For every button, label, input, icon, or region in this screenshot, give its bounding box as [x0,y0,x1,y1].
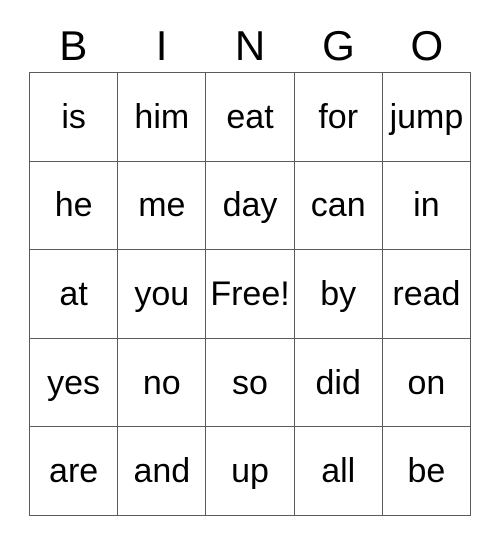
bingo-cell[interactable]: at [30,250,119,339]
bingo-header-letter-g: G [322,22,355,69]
bingo-cell-text: he [54,186,93,225]
bingo-cell[interactable]: did [294,338,383,428]
bingo-row: at you Free! by read [30,250,472,339]
bingo-cell-text: for [318,97,359,136]
bingo-cell-text: him [134,97,190,136]
bingo-cell[interactable]: eat [206,73,295,162]
bingo-card: B I N G O is him eat for jump he me day … [29,20,472,516]
bingo-cell[interactable]: in [382,161,472,251]
bingo-row: is him eat for jump [30,73,472,162]
bingo-cell-text: can [310,186,366,225]
bingo-cell[interactable]: he [30,161,119,251]
bingo-cell-text: and [133,452,191,491]
bingo-cell[interactable]: and [118,427,207,516]
bingo-cell[interactable]: for [294,73,383,162]
bingo-cell-text: in [413,186,440,225]
bingo-cell-text: eat [226,97,274,136]
bingo-header-letter-n: N [234,22,266,69]
bingo-cell[interactable]: all [294,427,383,516]
bingo-cell[interactable]: on [382,338,472,428]
bingo-cell-text: yes [47,363,101,402]
bingo-cell[interactable]: you [118,250,207,339]
bingo-row: yes no so did on [30,338,472,428]
bingo-cell[interactable]: are [30,427,119,516]
bingo-cell-text: all [321,452,356,491]
bingo-header-letter-o: O [410,22,444,69]
bingo-grid: is him eat for jump he me day can in at … [29,72,472,516]
bingo-cell-text: are [49,452,99,491]
bingo-cell-text: no [142,363,181,402]
bingo-cell[interactable]: no [118,338,207,428]
bingo-cell-text: day [222,186,278,225]
bingo-cell-text: at [59,274,88,313]
bingo-cell-text: Free! [210,274,290,313]
bingo-cell-text: up [231,452,269,491]
bingo-cell[interactable]: is [30,73,119,162]
bingo-header-row: B I N G O [29,20,471,72]
bingo-cell[interactable]: him [118,73,207,162]
bingo-row: he me day can in [30,161,472,251]
bingo-header-letter-b: B [59,22,88,69]
bingo-cell-free-space[interactable]: Free! [206,250,295,339]
bingo-cell-text: did [315,363,361,402]
bingo-cell-text: read [392,274,461,313]
bingo-cell-text: be [407,452,446,491]
bingo-cell-text: jump [389,97,464,136]
bingo-cell[interactable]: by [294,250,383,339]
bingo-cell[interactable]: day [206,161,295,251]
bingo-cell-text: on [407,363,446,402]
bingo-cell-text: so [232,363,268,402]
bingo-cell-text: by [320,274,357,313]
bingo-cell[interactable]: me [118,161,207,251]
bingo-row: are and up all be [30,427,472,516]
bingo-cell[interactable]: read [382,250,472,339]
bingo-cell[interactable]: yes [30,338,119,428]
bingo-header-letter-i: I [155,22,168,69]
bingo-cell-text: you [134,274,190,313]
bingo-cell-text: me [138,186,186,225]
bingo-cell[interactable]: up [206,427,295,516]
bingo-cell[interactable]: jump [382,73,472,162]
bingo-cell[interactable]: be [382,427,472,516]
bingo-cell[interactable]: can [294,161,383,251]
bingo-cell[interactable]: so [206,338,295,428]
bingo-cell-text: is [61,97,86,136]
